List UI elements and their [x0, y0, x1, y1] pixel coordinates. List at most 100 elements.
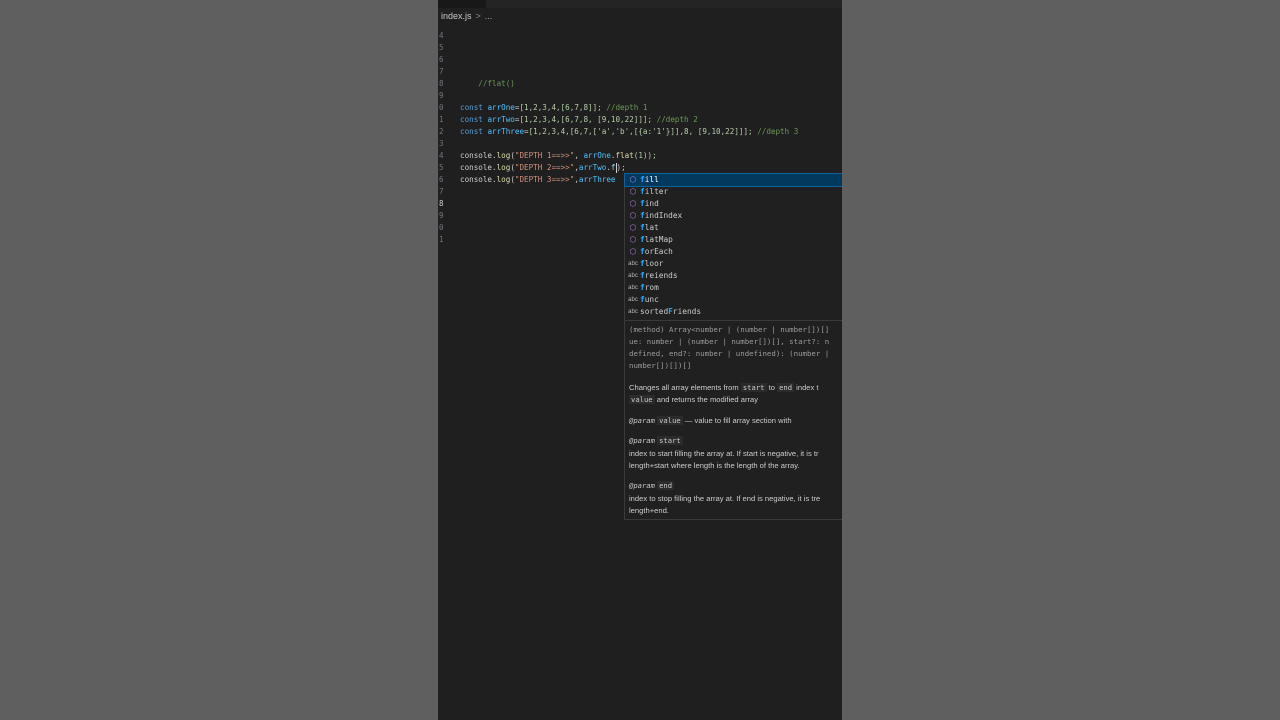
- line-number: 6: [439, 175, 444, 184]
- variable-name: arrOne: [583, 151, 611, 160]
- left-backdrop: [0, 0, 438, 720]
- param-name: start: [657, 436, 683, 445]
- array-literal: [1,2,3,4,[6,7,['a','b',[{a:'1'}]],8, [9,…: [528, 127, 753, 136]
- suggestion-item[interactable]: ⬡ flat: [625, 222, 842, 234]
- suggestion-label: findIndex: [640, 211, 683, 220]
- param-name: value: [657, 416, 683, 425]
- line-number: 9: [439, 91, 444, 100]
- doc-param-start: @param start: [629, 435, 683, 447]
- keyword: const: [460, 103, 483, 112]
- string-literal: "DEPTH 1==>>": [514, 151, 575, 160]
- suggestion-item[interactable]: abc from: [625, 282, 842, 294]
- abc-text-icon: abc: [628, 261, 638, 267]
- cube-method-icon: ⬡: [629, 187, 637, 196]
- line-number: 1: [439, 235, 444, 244]
- abc-text-icon: abc: [628, 297, 638, 303]
- comment-text: //depth 1: [606, 103, 648, 112]
- line-number: 8: [439, 199, 444, 208]
- function-name: log: [496, 175, 511, 184]
- param-tag: @param: [629, 436, 655, 445]
- line-number: 1: [439, 115, 444, 124]
- breadcrumb-more[interactable]: ...: [485, 11, 493, 21]
- doc-param-end-desc: index to stop filling the array at. If e…: [629, 494, 821, 503]
- line-number: 6: [439, 55, 444, 64]
- suggestion-item[interactable]: abc freiends: [625, 270, 842, 282]
- line-number: 2: [439, 127, 444, 136]
- suggestion-label: func: [640, 295, 659, 304]
- suggestion-label: floor: [640, 259, 664, 268]
- keyword: const: [460, 127, 483, 136]
- right-backdrop: [842, 0, 1280, 720]
- cube-method-icon: ⬡: [629, 235, 637, 244]
- doc-param-end-desc-2: length+end.: [629, 506, 669, 515]
- doc-description: Changes all array elements from start to…: [629, 383, 819, 392]
- line-number: 7: [439, 67, 444, 76]
- code-line-arrtwo[interactable]: const arrTwo=[1,2,3,4,[6,7,8, [9,10,22]]…: [460, 114, 698, 126]
- suggestion-item[interactable]: abc func: [625, 294, 842, 306]
- code-line-comment[interactable]: //flat(): [460, 66, 515, 88]
- line-number: 5: [439, 43, 444, 52]
- tab-strip: [438, 0, 842, 8]
- cube-method-icon: ⬡: [629, 247, 637, 256]
- code-line-arrthree[interactable]: const arrThree=[1,2,3,4,[6,7,['a','b',[{…: [460, 126, 798, 138]
- suggestion-label: sortedFriends: [640, 307, 702, 316]
- line-number: 4: [439, 151, 444, 160]
- line-number: 9: [439, 211, 444, 220]
- line-number: 8: [439, 79, 444, 88]
- cube-method-icon: ⬡: [629, 175, 637, 184]
- variable-name: arrThree: [487, 127, 525, 136]
- doc-param-value: @param value — value to fill array secti…: [629, 416, 792, 425]
- abc-text-icon: abc: [628, 273, 638, 279]
- console-object: console: [460, 163, 493, 172]
- suggestion-label: find: [640, 199, 659, 208]
- array-literal: [1,2,3,4,[6,7,8, [9,10,22]]];: [519, 115, 653, 124]
- suggestion-item[interactable]: ⬡ fill: [624, 173, 842, 187]
- suggestion-label: freiends: [640, 271, 678, 280]
- suggestion-item[interactable]: ⬡ find: [625, 198, 842, 210]
- code-value: value: [629, 395, 655, 404]
- console-object: console: [460, 175, 493, 184]
- abc-text-icon: abc: [628, 285, 638, 291]
- suggestion-item[interactable]: ⬡ filter: [625, 186, 842, 198]
- variable-name: arrOne: [487, 103, 515, 112]
- breadcrumb: index.js >...: [441, 9, 492, 23]
- method-name: flat: [615, 151, 634, 160]
- suggestion-item[interactable]: abc floor: [625, 258, 842, 270]
- doc-param-start-desc: index to start filling the array at. If …: [629, 449, 819, 458]
- function-name: log: [496, 151, 511, 160]
- suggestion-label: fill: [640, 175, 659, 184]
- comment-text: //depth 2: [656, 115, 698, 124]
- chevron-right-icon: >: [475, 11, 481, 21]
- suggestion-label: flat: [640, 223, 659, 232]
- cube-method-icon: ⬡: [629, 223, 637, 232]
- code-line-log-depth2[interactable]: console.log("DEPTH 2==>>",arrTwo.f);: [460, 162, 626, 174]
- signature-line: ue: number | (number | number[])[], star…: [629, 337, 830, 346]
- code-editor[interactable]: index.js >... 4 5 6 7 8 9 0 1 2 3 4 5 6 7 8 9 0 1 //flat()…: [438, 0, 842, 720]
- comment-text: //depth 3: [757, 127, 799, 136]
- suggestion-list[interactable]: ⬡ fill ⬡ filter ⬡ find ⬡ findIndex ⬡ flat ⬡ flatMap…: [624, 173, 842, 321]
- suggestion-item[interactable]: ⬡ flatMap: [625, 234, 842, 246]
- abc-text-icon: abc: [628, 309, 638, 315]
- keyword: const: [460, 115, 483, 124]
- suggestion-label: from: [640, 283, 659, 292]
- code-line-log-depth3[interactable]: console.log("DEPTH 3==>>",arrThree: [460, 174, 615, 186]
- suggestion-item[interactable]: ⬡ findIndex: [625, 210, 842, 222]
- suggestion-item[interactable]: ⬡ forEach: [625, 246, 842, 258]
- array-literal: [1,2,3,4,[6,7,8]];: [519, 103, 602, 112]
- code-start: start: [740, 383, 767, 392]
- suggestion-item[interactable]: abc sortedFriends: [625, 306, 842, 318]
- signature-line: number[])[])[]: [629, 361, 692, 370]
- param-tag: @param: [629, 481, 655, 490]
- code-line-log-depth1[interactable]: console.log("DEPTH 1==>>", arrOne.flat(1…: [460, 150, 657, 162]
- suggestion-label: flatMap: [640, 235, 673, 244]
- cube-method-icon: ⬡: [629, 199, 637, 208]
- string-literal: "DEPTH 3==>>": [514, 175, 575, 184]
- signature-line: defined, end?: number | undefined): (num…: [629, 349, 830, 358]
- breadcrumb-file[interactable]: index.js: [441, 11, 472, 21]
- string-literal: "DEPTH 2==>>": [514, 163, 575, 172]
- suggestion-details: (method) Array<number | (number | number…: [624, 320, 842, 520]
- variable-name: arrTwo: [578, 163, 607, 172]
- line-number: 0: [439, 223, 444, 232]
- doc-param-start-desc-2: length+start where length is the length …: [629, 461, 800, 470]
- code-line-arrone[interactable]: const arrOne=[1,2,3,4,[6,7,8]]; //depth …: [460, 102, 647, 114]
